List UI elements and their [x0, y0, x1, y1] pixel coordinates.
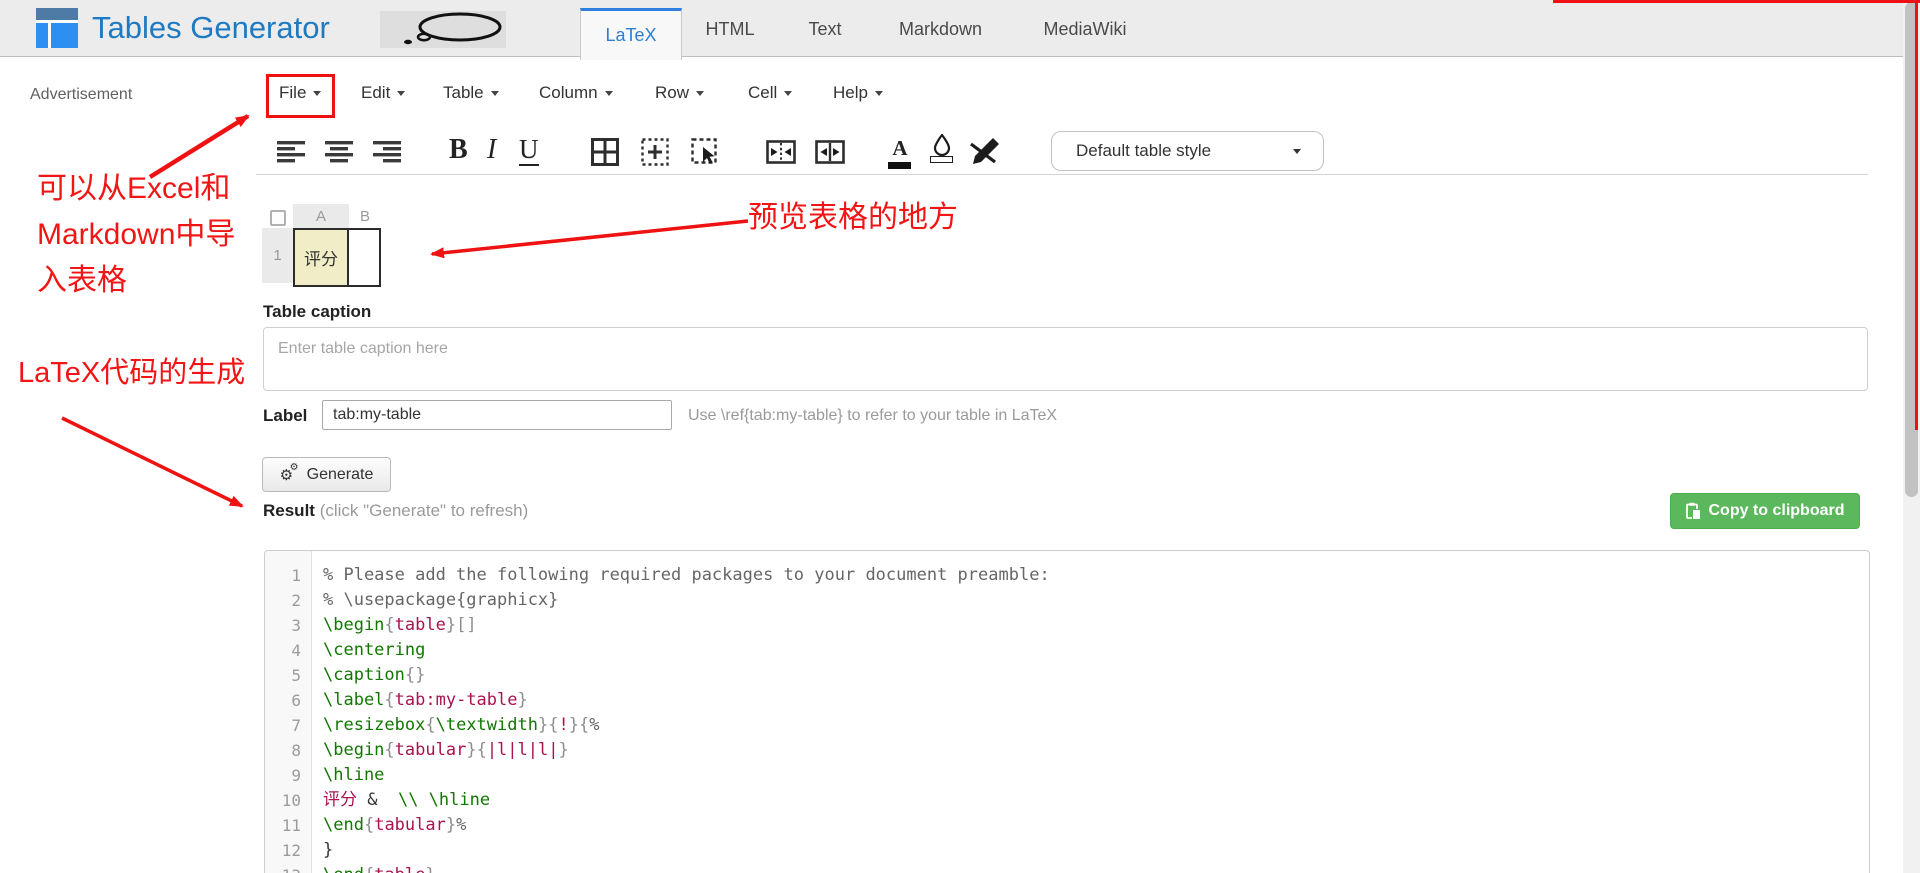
code-line: \label{tab:my-table}: [323, 690, 528, 710]
annotation-top-line: [1553, 0, 1920, 3]
arrow-to-result: [61, 416, 244, 508]
table-caption-input[interactable]: [263, 327, 1868, 391]
line-number: 12: [281, 841, 301, 860]
logo-table-header-band: [36, 8, 78, 20]
code-line: \centering: [323, 640, 426, 660]
label-hint: Use \ref{tab:my-table} to refer to your …: [688, 407, 1058, 424]
line-number: 13: [265, 863, 311, 873]
split-cells-icon[interactable]: [815, 140, 845, 169]
line-number: 2: [291, 591, 301, 610]
bold-icon[interactable]: B: [449, 134, 468, 166]
chevron-down-icon: [490, 91, 499, 96]
fill-color-icon[interactable]: [930, 134, 954, 163]
annotation-generate-note: LaTeX代码的生成: [18, 357, 246, 389]
chevron-down-icon: [874, 91, 883, 96]
chevron-down-icon: [604, 91, 613, 96]
italic-icon[interactable]: I: [487, 134, 496, 166]
code-line: }: [323, 840, 334, 860]
generate-button[interactable]: ⚙ ⚙ Generate: [262, 457, 391, 492]
toggle-borders-icon[interactable]: [691, 138, 721, 171]
advertisement-label: Advertisement: [30, 86, 133, 103]
tab-mediawiki[interactable]: MediaWiki: [1035, 19, 1135, 40]
copy-to-clipboard-button[interactable]: Copy to clipboard: [1670, 493, 1860, 529]
tables-generator-logo-icon[interactable]: [36, 8, 78, 48]
merge-cells-icon[interactable]: [766, 140, 796, 169]
menu-column[interactable]: Column: [539, 83, 613, 103]
line-number: 7: [291, 716, 301, 735]
column-header-b[interactable]: B: [349, 204, 381, 228]
line-number: 6: [291, 691, 301, 710]
grid-cell-b1[interactable]: [349, 230, 379, 285]
code-line: 评分 & \\ \hline: [323, 790, 491, 810]
logo-table-left-cell: [36, 23, 48, 48]
paste-icon: [1685, 502, 1701, 520]
code-line: % Please add the following required pack…: [323, 565, 1050, 585]
align-left-icon[interactable]: [277, 141, 305, 168]
fill-color-swatch: [930, 156, 953, 163]
text-color-swatch: [888, 162, 911, 169]
table-style-select[interactable]: Default table style: [1051, 131, 1324, 171]
line-number: 10: [281, 791, 301, 810]
gears-icon: ⚙ ⚙: [279, 461, 299, 484]
thought-bubble-sketch: [380, 11, 506, 48]
label-field-label: Label: [263, 406, 308, 425]
code-line: \caption{}: [323, 665, 426, 685]
annotation-right-line: [1915, 0, 1918, 430]
result-row: Result (click "Generate" to refresh): [263, 501, 529, 520]
code-line: \end{tabular}%: [323, 815, 467, 835]
menu-row[interactable]: Row: [655, 83, 705, 103]
code-line: \begin{tabular}{|l|l|l|}: [323, 740, 569, 760]
result-label: Result: [263, 501, 315, 520]
tab-html[interactable]: HTML: [700, 19, 760, 40]
menu-help[interactable]: Help: [833, 83, 883, 103]
label-input[interactable]: [322, 400, 672, 430]
annotation-box-file-menu: [266, 74, 335, 118]
align-right-icon[interactable]: [373, 141, 401, 168]
menu-table[interactable]: Table: [443, 83, 499, 103]
code-lines: % Please add the following required pack…: [323, 551, 1050, 873]
column-header-a[interactable]: A: [293, 204, 349, 228]
line-number: 5: [291, 666, 301, 685]
chevron-down-icon: [696, 91, 705, 96]
line-number: 8: [291, 741, 301, 760]
grid-cell-a1[interactable]: 评分: [295, 230, 349, 285]
code-line: \resizebox{\textwidth}{!}{%: [323, 715, 600, 735]
code-line: % \usepackage{graphicx}: [323, 590, 559, 610]
annotation-preview-note: 预览表格的地方: [748, 201, 958, 234]
align-center-icon[interactable]: [325, 141, 353, 168]
code-line: \begin{table}[]: [323, 615, 477, 635]
preview-grid: 评分: [293, 228, 381, 287]
code-line: \hline: [323, 765, 385, 785]
code-line: \end{table}: [323, 863, 1050, 873]
logo-table-right-cell: [51, 23, 78, 48]
chevron-down-icon: [784, 91, 793, 96]
tab-text[interactable]: Text: [800, 19, 850, 40]
select-all-checkbox[interactable]: [270, 210, 286, 226]
line-number: 3: [291, 616, 301, 635]
line-number: 11: [281, 816, 301, 835]
arrow-to-preview-grid: [430, 219, 749, 259]
toolbar-divider: [256, 174, 1868, 175]
all-borders-icon[interactable]: [591, 138, 619, 171]
line-number: 1: [291, 566, 301, 585]
line-number: 4: [291, 641, 301, 660]
inner-borders-icon[interactable]: [641, 138, 669, 171]
chevron-down-icon: [397, 91, 406, 96]
line-number: 9: [291, 766, 301, 785]
chevron-down-icon: [1293, 149, 1301, 154]
menu-edit[interactable]: Edit: [361, 83, 406, 103]
annotation-import-note: 可以从Excel和 Markdown中导 入表格: [37, 172, 236, 297]
clear-formatting-icon[interactable]: [969, 136, 1001, 169]
menu-cell[interactable]: Cell: [748, 83, 793, 103]
page: Tables Generator LaTeX HTML Text Markdow…: [0, 0, 1920, 873]
underline-icon[interactable]: U: [519, 134, 539, 166]
row-header-1[interactable]: 1: [262, 228, 293, 283]
latex-code-editor[interactable]: 12345678910111213 % Please add the follo…: [264, 550, 1870, 873]
tab-markdown[interactable]: Markdown: [893, 19, 988, 40]
text-color-icon[interactable]: A: [888, 136, 912, 169]
table-caption-label: Table caption: [263, 302, 372, 321]
tab-latex[interactable]: LaTeX: [580, 8, 682, 60]
line-number-gutter: 12345678910111213: [265, 551, 312, 873]
brand-title[interactable]: Tables Generator: [92, 10, 330, 46]
